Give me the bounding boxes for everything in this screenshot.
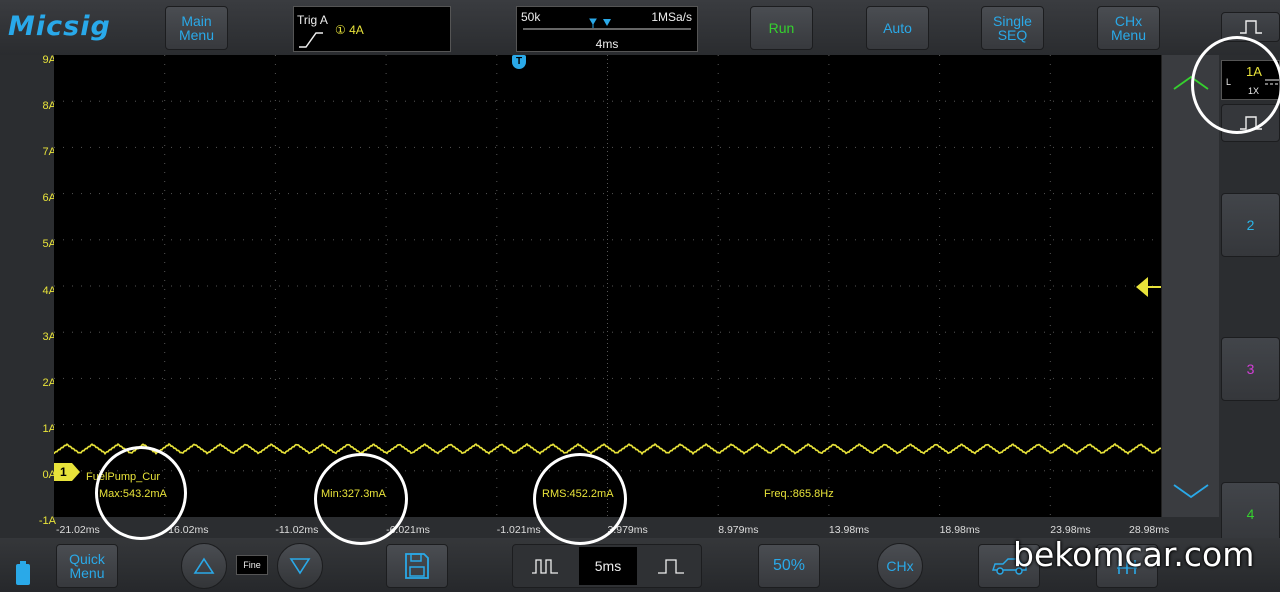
- annotation-circle-ch1-scale: [1191, 36, 1280, 134]
- single-label-2: SEQ: [997, 27, 1028, 43]
- chx-label-1: CHx: [1114, 13, 1143, 29]
- rising-edge-icon: [299, 32, 323, 48]
- main-menu-label-2: Menu: [178, 27, 215, 43]
- x-axis-label: 13.98ms: [828, 524, 870, 536]
- timebase-decrease-button[interactable]: [513, 545, 577, 587]
- main-menu-label-1: Main: [181, 13, 212, 29]
- timebase-panel[interactable]: 50k 1MSa/s 4ms: [516, 6, 698, 52]
- single-label-1: Single: [993, 13, 1032, 29]
- chx-label-2: Menu: [1110, 27, 1147, 43]
- channel1-waveform: [54, 442, 1161, 456]
- fine-toggle[interactable]: Fine: [236, 555, 268, 575]
- quick-menu-label-1: Quick: [69, 551, 105, 567]
- trigger-panel[interactable]: Trig A ① 4A: [293, 6, 451, 52]
- annotation-circle-min: [314, 453, 408, 545]
- triangle-down-icon: [289, 558, 311, 575]
- memory-depth: 50k: [521, 10, 541, 24]
- channel-3-label: 3: [1246, 361, 1255, 377]
- channel1-number: 1: [60, 465, 67, 479]
- trigger-label: Trig A: [297, 13, 328, 27]
- fifty-percent-button[interactable]: 50%: [758, 544, 820, 588]
- channel-2-label: 2: [1246, 217, 1255, 233]
- channel1-ground-marker[interactable]: 1: [54, 463, 80, 481]
- fine-adjust-group: Fine: [181, 543, 323, 589]
- timebase-increase-button[interactable]: [639, 545, 703, 587]
- channel1-marker-icon: [54, 463, 80, 481]
- trigger-level: ① 4A: [335, 23, 364, 37]
- triangle-up-icon: [193, 557, 215, 574]
- fifty-percent-label: 50%: [772, 557, 806, 574]
- pulse-icon: [1239, 20, 1262, 34]
- battery-icon: [16, 561, 30, 585]
- timebase-control-group: 5ms: [512, 544, 702, 588]
- watermark-text: bekomcar.com: [1013, 535, 1255, 574]
- save-button[interactable]: [386, 544, 448, 588]
- x-axis-label: 8.979ms: [718, 524, 759, 536]
- auto-button[interactable]: Auto: [866, 6, 929, 50]
- trigger-position-marker[interactable]: T: [512, 55, 526, 69]
- quick-menu-button[interactable]: Quick Menu: [56, 544, 118, 588]
- brand-logo: Micsig: [8, 11, 111, 42]
- trigger-marker-label: T: [515, 56, 523, 67]
- sample-rate: 1MSa/s: [651, 10, 692, 24]
- trigger-level-arrow-icon[interactable]: [1136, 277, 1162, 297]
- auto-label: Auto: [883, 20, 912, 36]
- annotation-circle-max: [95, 446, 187, 540]
- top-toolbar: Micsig Main Menu Trig A ① 4A 50k 1MSa/s …: [0, 0, 1280, 55]
- trigger-position-icon: [589, 18, 611, 28]
- timebase-value: 5ms: [579, 547, 637, 585]
- x-axis-label: -11.02ms: [275, 524, 319, 536]
- channel-4-label: 4: [1246, 506, 1255, 522]
- scroll-down-icon[interactable]: [1172, 483, 1210, 499]
- single-seq-button[interactable]: Single SEQ: [981, 6, 1044, 50]
- x-axis-label: -21.02ms: [56, 524, 100, 536]
- timebase-scale: 4ms: [595, 37, 619, 51]
- adjust-up-button[interactable]: [181, 543, 227, 589]
- waveform-display[interactable]: T 1 FuelPump_Cur Max:543.2mA Min:327.3mA…: [54, 55, 1161, 517]
- timebase-value-label: 5ms: [594, 558, 622, 574]
- chx-button[interactable]: CHx: [877, 543, 923, 589]
- fast-pulse-icon: [532, 559, 558, 574]
- slow-pulse-icon: [658, 559, 684, 574]
- x-axis-label: 18.98ms: [939, 524, 980, 536]
- run-button[interactable]: Run: [750, 6, 813, 50]
- quick-menu-label-2: Menu: [69, 565, 105, 581]
- measurement-frequency: Freq.:865.8Hz: [764, 488, 834, 500]
- x-axis-label: -1.021ms: [496, 524, 541, 536]
- main-menu-button[interactable]: Main Menu: [165, 6, 228, 50]
- channel-2-button[interactable]: 2: [1221, 193, 1280, 257]
- adjust-down-button[interactable]: [277, 543, 323, 589]
- run-label: Run: [768, 20, 795, 36]
- save-icon: [405, 553, 429, 579]
- channel-3-button[interactable]: 3: [1221, 337, 1280, 401]
- chx-label: CHx: [886, 558, 914, 574]
- annotation-circle-rms: [533, 453, 627, 545]
- fine-label: Fine: [243, 560, 261, 570]
- chx-menu-button[interactable]: CHx Menu: [1097, 6, 1160, 50]
